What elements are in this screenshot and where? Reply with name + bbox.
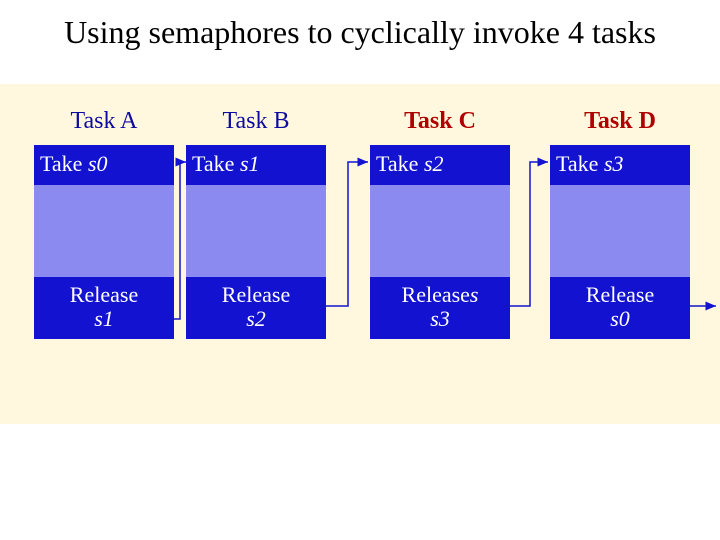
arrow-c-to-d	[510, 162, 548, 306]
task-header-d: Task D	[550, 100, 690, 145]
take-block-c: Take s2	[370, 145, 510, 185]
task-header-c: Task C	[370, 100, 510, 145]
task-column-b: Task B Take s1 Releases2	[186, 100, 326, 339]
release-block-a: Releases1	[34, 277, 174, 339]
release-block-b: Releases2	[186, 277, 326, 339]
arrow-b-to-c	[326, 162, 368, 306]
body-block-b	[186, 185, 326, 277]
body-block-c	[370, 185, 510, 277]
release-block-d: Releases0	[550, 277, 690, 339]
take-block-b: Take s1	[186, 145, 326, 185]
page-title: Using semaphores to cyclically invoke 4 …	[0, 0, 720, 60]
body-block-a	[34, 185, 174, 277]
arrow-a-to-b	[174, 162, 186, 319]
take-block-d: Take s3	[550, 145, 690, 185]
task-column-a: Task A Take s0 Releases1	[34, 100, 174, 339]
diagram-stage: Task A Take s0 Releases1 Task B Take s1 …	[0, 84, 720, 424]
take-block-a: Take s0	[34, 145, 174, 185]
task-column-d: Task D Take s3 Releases0	[550, 100, 690, 339]
task-header-b: Task B	[186, 100, 326, 145]
task-column-c: Task C Take s2 Releasess3	[370, 100, 510, 339]
body-block-d	[550, 185, 690, 277]
task-header-a: Task A	[34, 100, 174, 145]
release-block-c: Releasess3	[370, 277, 510, 339]
